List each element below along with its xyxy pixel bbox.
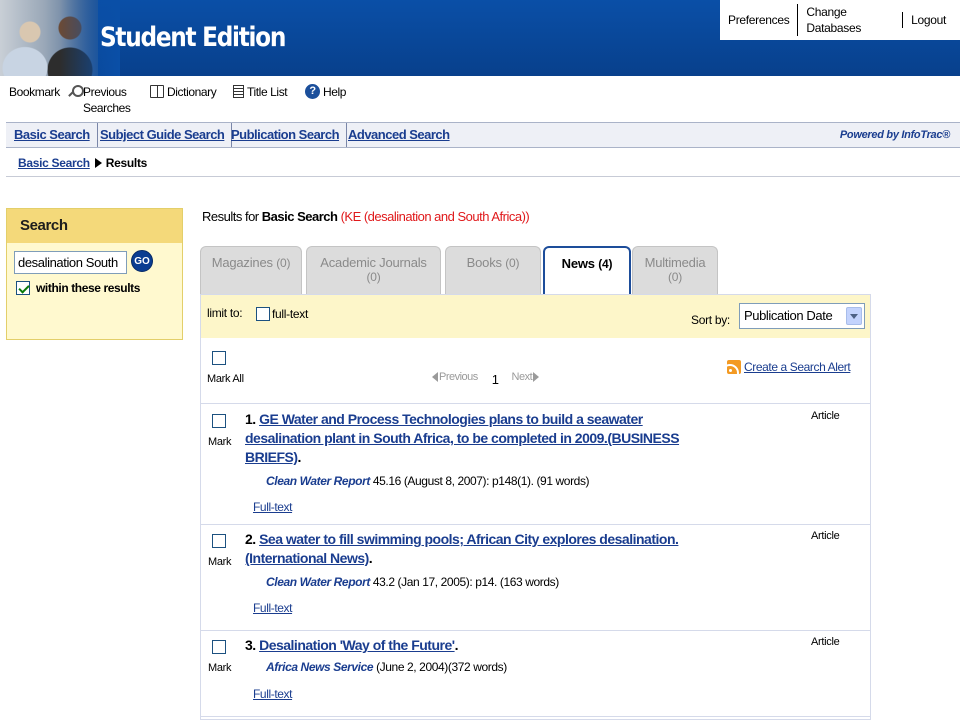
result-title: 2. Sea water to fill swimming pools; Afr… (245, 531, 679, 566)
full-text-link[interactable]: Full-text (253, 601, 292, 615)
title-list-button[interactable]: Title List (233, 84, 288, 100)
tab-multimedia[interactable]: Multimedia (0) (632, 246, 718, 295)
dictionary-button[interactable]: Dictionary (150, 84, 217, 100)
tab-academic-journals[interactable]: Academic Journals (0) (306, 246, 441, 295)
full-text-link[interactable]: Full-text (253, 687, 292, 701)
previous-page-link[interactable]: Previous (439, 371, 478, 383)
full-text-checkbox[interactable] (256, 307, 270, 321)
side-search-panel: Search GO within these results (6, 208, 183, 340)
within-results-option[interactable]: within these results (16, 281, 140, 295)
search-nav: Basic Search Subject Guide Search Public… (6, 122, 960, 148)
brand-title: Student Edition (100, 22, 286, 53)
mark-checkbox[interactable] (212, 414, 226, 428)
list-item: Mark 1. GE Water and Process Technologie… (201, 405, 870, 525)
publication-search-tab[interactable]: Publication Search (224, 123, 348, 147)
breadcrumb-basic-search-link[interactable]: Basic Search (18, 156, 90, 170)
result-title-link[interactable]: Desalination 'Way of the Future' (259, 637, 455, 653)
bookmark-button[interactable]: Bookmark (9, 84, 60, 100)
result-title: 1. GE Water and Process Technologies pla… (245, 411, 680, 465)
current-page: 1 (491, 372, 499, 387)
list-icon (233, 85, 244, 98)
breadcrumb-arrow-icon (94, 158, 102, 168)
rss-icon (727, 360, 741, 374)
search-alert[interactable]: Create a Search Alert (727, 360, 851, 374)
breadcrumb: Basic Search Results (18, 156, 147, 170)
result-citation: Africa News Service (June 2, 2004)(372 w… (266, 660, 507, 674)
source-link[interactable]: Clean Water Report (266, 575, 370, 589)
powered-by-label: Powered by InfoTrac® (839, 129, 950, 141)
pager: Previous 1 Next (432, 369, 540, 387)
source-link[interactable]: Africa News Service (266, 660, 374, 674)
sort-select[interactable]: Publication Date (739, 303, 865, 329)
book-icon (150, 85, 164, 98)
within-results-checkbox[interactable] (16, 281, 30, 295)
logout-link[interactable]: Logout (902, 12, 954, 28)
help-icon: ? (305, 84, 320, 99)
result-title-link[interactable]: GE Water and Process Technologies plans … (245, 411, 680, 465)
chevron-down-icon[interactable] (846, 307, 862, 325)
result-citation: Clean Water Report 43.2 (Jan 17, 2005): … (266, 575, 559, 589)
result-citation: Clean Water Report 45.16 (August 8, 2007… (266, 474, 590, 488)
search-input[interactable] (14, 251, 127, 274)
mark-label: Mark (208, 662, 232, 674)
sort-by-label: Sort by: (691, 313, 730, 327)
top-links: Preferences Change Databases Logout (720, 0, 960, 40)
subject-guide-search-tab[interactable]: Subject Guide Search (93, 123, 233, 147)
limit-bar: limit to: full-text Sort by: Publication… (201, 295, 870, 338)
next-page-link[interactable]: Next (512, 371, 533, 383)
list-item: Mark 2. Sea water to fill swimming pools… (201, 525, 870, 631)
full-text-filter[interactable]: full-text (256, 307, 308, 321)
full-text-link[interactable]: Full-text (253, 500, 292, 514)
result-type: Article (811, 410, 840, 422)
change-databases-link[interactable]: Change Databases (797, 4, 902, 36)
breadcrumb-current: Results (105, 156, 148, 170)
mark-all-checkbox[interactable] (212, 351, 226, 365)
preferences-link[interactable]: Preferences (720, 12, 797, 28)
mark-label: Mark (208, 556, 232, 568)
side-search-heading: Search (7, 209, 182, 243)
next-arrow-icon (533, 371, 540, 382)
tab-magazines[interactable]: Magazines (0) (200, 246, 302, 295)
result-type: Article (811, 636, 840, 648)
header-banner: Student Edition Preferences Change Datab… (0, 0, 960, 76)
toolbar: Bookmark Previous Searches Dictionary Ti… (0, 78, 960, 120)
magnifier-icon (68, 85, 84, 98)
mark-checkbox[interactable] (212, 534, 226, 548)
previous-arrow-icon (432, 371, 438, 382)
tab-news[interactable]: News (4) (543, 246, 631, 296)
result-title: 3. Desalination 'Way of the Future'. (245, 637, 459, 653)
search-query: (KE (desalination and South Africa)) (340, 209, 530, 224)
list-controls: Mark All Previous 1 Next Create a Search… (201, 338, 870, 404)
advanced-search-tab[interactable]: Advanced Search (341, 123, 457, 147)
tab-books[interactable]: Books (0) (445, 246, 541, 295)
results-heading: Results for Basic Search (KE (desalinati… (202, 209, 530, 224)
mark-checkbox[interactable] (212, 640, 226, 654)
create-search-alert-link[interactable]: Create a Search Alert (744, 360, 851, 374)
help-button[interactable]: ? Help (305, 84, 346, 100)
result-type: Article (811, 530, 840, 542)
mark-all-label: Mark All (207, 373, 244, 385)
previous-searches-button[interactable]: Previous Searches (68, 84, 131, 116)
source-link[interactable]: Clean Water Report (266, 474, 370, 488)
basic-search-tab[interactable]: Basic Search (7, 123, 98, 147)
results-panel: limit to: full-text Sort by: Publication… (200, 294, 871, 720)
list-item: Mark 3. Desalination 'Way of the Future'… (201, 631, 870, 717)
go-button[interactable]: GO (131, 250, 153, 272)
mark-label: Mark (208, 436, 232, 448)
limit-to-label: limit to: (207, 306, 243, 320)
result-title-link[interactable]: Sea water to fill swimming pools; Africa… (245, 531, 679, 566)
divider (6, 176, 960, 177)
